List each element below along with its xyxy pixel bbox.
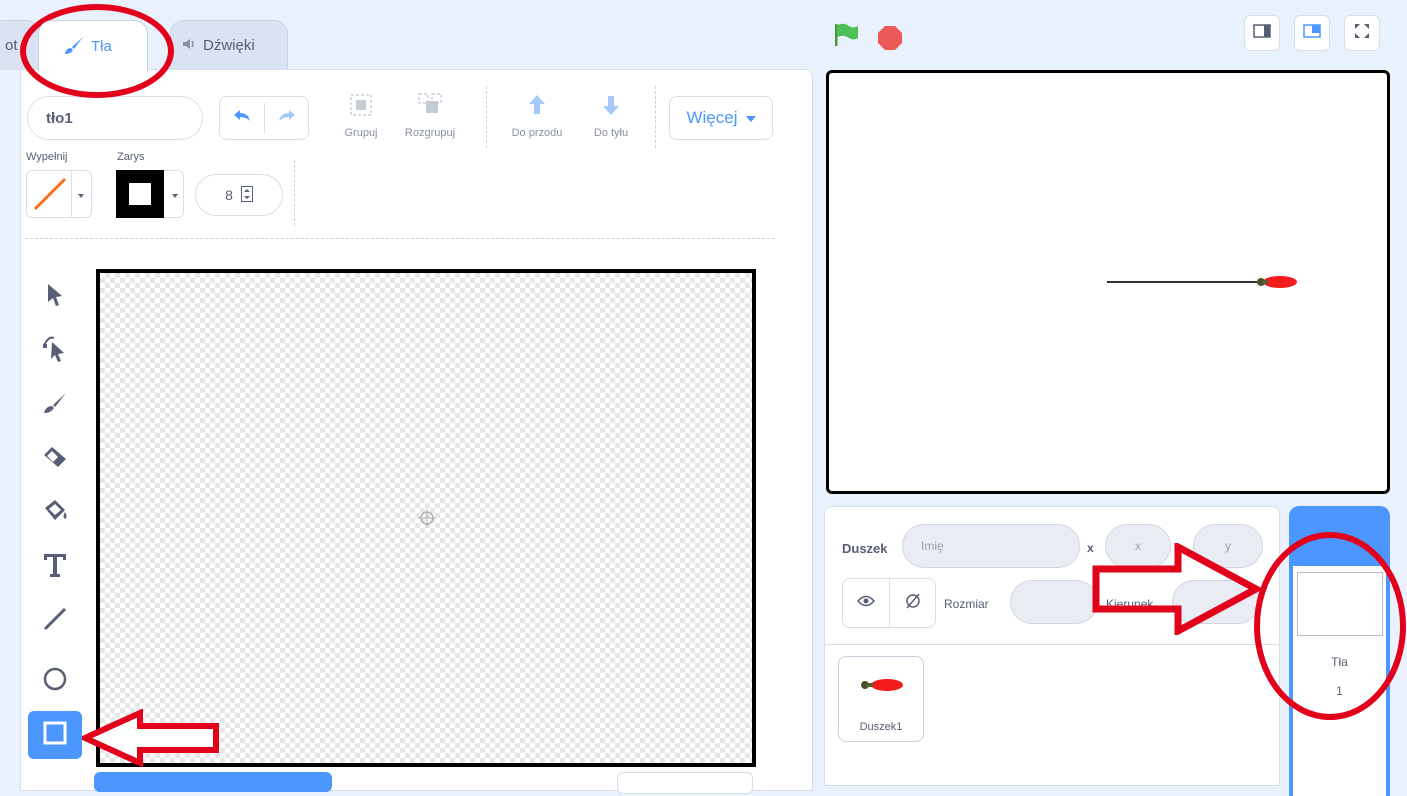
outline-color-picker[interactable]	[116, 170, 184, 218]
select-tool[interactable]	[28, 273, 82, 321]
ungroup-button[interactable]: Rozgrupuj	[398, 92, 462, 139]
group-icon	[348, 92, 374, 127]
toolbar-separator	[655, 86, 656, 148]
hide-button[interactable]	[890, 579, 936, 627]
ungroup-label: Rozgrupuj	[404, 127, 456, 139]
annotation-arrow-right	[1092, 541, 1264, 640]
sprite-label: Duszek	[842, 541, 888, 556]
sprite-name-input[interactable]: Imię	[902, 524, 1080, 568]
tab-backdrops[interactable]: Tła	[38, 20, 148, 72]
caret-down-icon	[171, 187, 179, 205]
size-label: Rozmiar	[944, 597, 989, 611]
fill-swatch	[31, 175, 69, 213]
sprite-thumbnail-icon	[857, 677, 905, 698]
annotation-ellipse	[1254, 532, 1406, 720]
speaker-icon	[181, 37, 197, 55]
redo-icon	[277, 109, 297, 128]
brush-tool-icon	[42, 391, 68, 420]
fullscreen-button[interactable]	[1344, 15, 1380, 51]
size-input[interactable]	[1010, 580, 1098, 624]
convert-button[interactable]	[94, 772, 332, 792]
show-button[interactable]	[843, 579, 889, 627]
paint-canvas[interactable]	[96, 269, 756, 767]
redo-button[interactable]	[265, 97, 309, 139]
zoom-controls[interactable]	[617, 772, 753, 794]
tab-sounds[interactable]: Dźwięki	[170, 20, 288, 70]
caret-down-icon	[745, 108, 756, 128]
costume-name-input[interactable]: tło1	[27, 96, 203, 140]
toolbar-separator	[294, 160, 295, 226]
fill-icon	[41, 498, 69, 529]
eye-icon	[856, 594, 876, 612]
brush-icon	[63, 35, 85, 59]
backward-label: Do tyłu	[593, 127, 629, 139]
toolbar-separator	[486, 86, 487, 148]
rectangle-icon	[43, 721, 67, 750]
forward-button[interactable]: Do przodu	[504, 92, 570, 139]
undo-button[interactable]	[220, 97, 264, 139]
brush-tool[interactable]	[28, 381, 82, 429]
backward-icon	[598, 92, 624, 127]
fill-color-picker[interactable]	[26, 170, 92, 218]
costume-name-value: tło1	[46, 109, 73, 127]
more-label: Więcej	[686, 108, 738, 127]
reshape-tool[interactable]	[28, 327, 82, 375]
normal-stage-button[interactable]	[1294, 15, 1330, 51]
circle-tool[interactable]	[28, 657, 82, 705]
outline-width-input[interactable]: 8	[195, 174, 283, 216]
circle-icon	[42, 666, 68, 697]
outline-width-value: 8	[225, 187, 233, 203]
undo-redo-group	[219, 96, 309, 140]
eraser-icon	[42, 445, 68, 474]
group-button[interactable]: Grupuj	[336, 92, 386, 139]
annotation-arrow-left	[77, 708, 220, 772]
forward-label: Do przodu	[511, 127, 563, 139]
visibility-toggle	[842, 578, 936, 628]
undo-icon	[232, 109, 252, 128]
rectangle-tool[interactable]	[28, 711, 82, 759]
crosshair-icon	[418, 509, 436, 532]
stepper-icon[interactable]	[240, 185, 253, 205]
toolbar-divider	[25, 238, 775, 239]
normal-stage-icon	[1303, 23, 1321, 43]
tab-code-label: ot	[5, 37, 18, 54]
forward-icon	[524, 92, 550, 127]
more-button[interactable]: Więcej	[669, 96, 773, 140]
small-stage-icon	[1253, 23, 1271, 43]
tab-sounds-label: Dźwięki	[203, 37, 255, 54]
sprite-line	[1107, 281, 1257, 283]
ungroup-icon	[417, 92, 443, 127]
small-stage-button[interactable]	[1244, 15, 1280, 51]
stage-canvas[interactable]	[826, 70, 1390, 494]
text-icon	[42, 552, 68, 583]
sprite-tile[interactable]: Duszek1	[838, 656, 924, 742]
outline-swatch	[116, 170, 164, 218]
line-tool[interactable]	[28, 597, 82, 645]
stop-icon[interactable]	[876, 24, 904, 57]
divider	[71, 171, 72, 217]
green-flag-icon[interactable]	[832, 22, 860, 53]
sprite-tile-label: Duszek1	[859, 721, 903, 733]
eraser-tool[interactable]	[28, 435, 82, 483]
backward-button[interactable]: Do tyłu	[586, 92, 636, 139]
caret-down-icon	[77, 187, 85, 205]
fill-tool[interactable]	[28, 489, 82, 537]
line-icon	[42, 606, 68, 637]
group-label: Grupuj	[344, 127, 378, 139]
sprite-rocket-icon[interactable]	[1253, 273, 1299, 296]
sprite-name-placeholder: Imię	[921, 539, 944, 553]
hidden-icon	[904, 592, 922, 615]
reshape-icon	[42, 334, 68, 369]
outline-label: Zarys	[117, 151, 145, 163]
select-icon	[45, 282, 65, 313]
fill-label: Wypełnij	[26, 151, 68, 163]
text-tool[interactable]	[28, 543, 82, 591]
fullscreen-icon	[1353, 22, 1371, 45]
tab-backdrops-label: Tła	[91, 38, 112, 55]
